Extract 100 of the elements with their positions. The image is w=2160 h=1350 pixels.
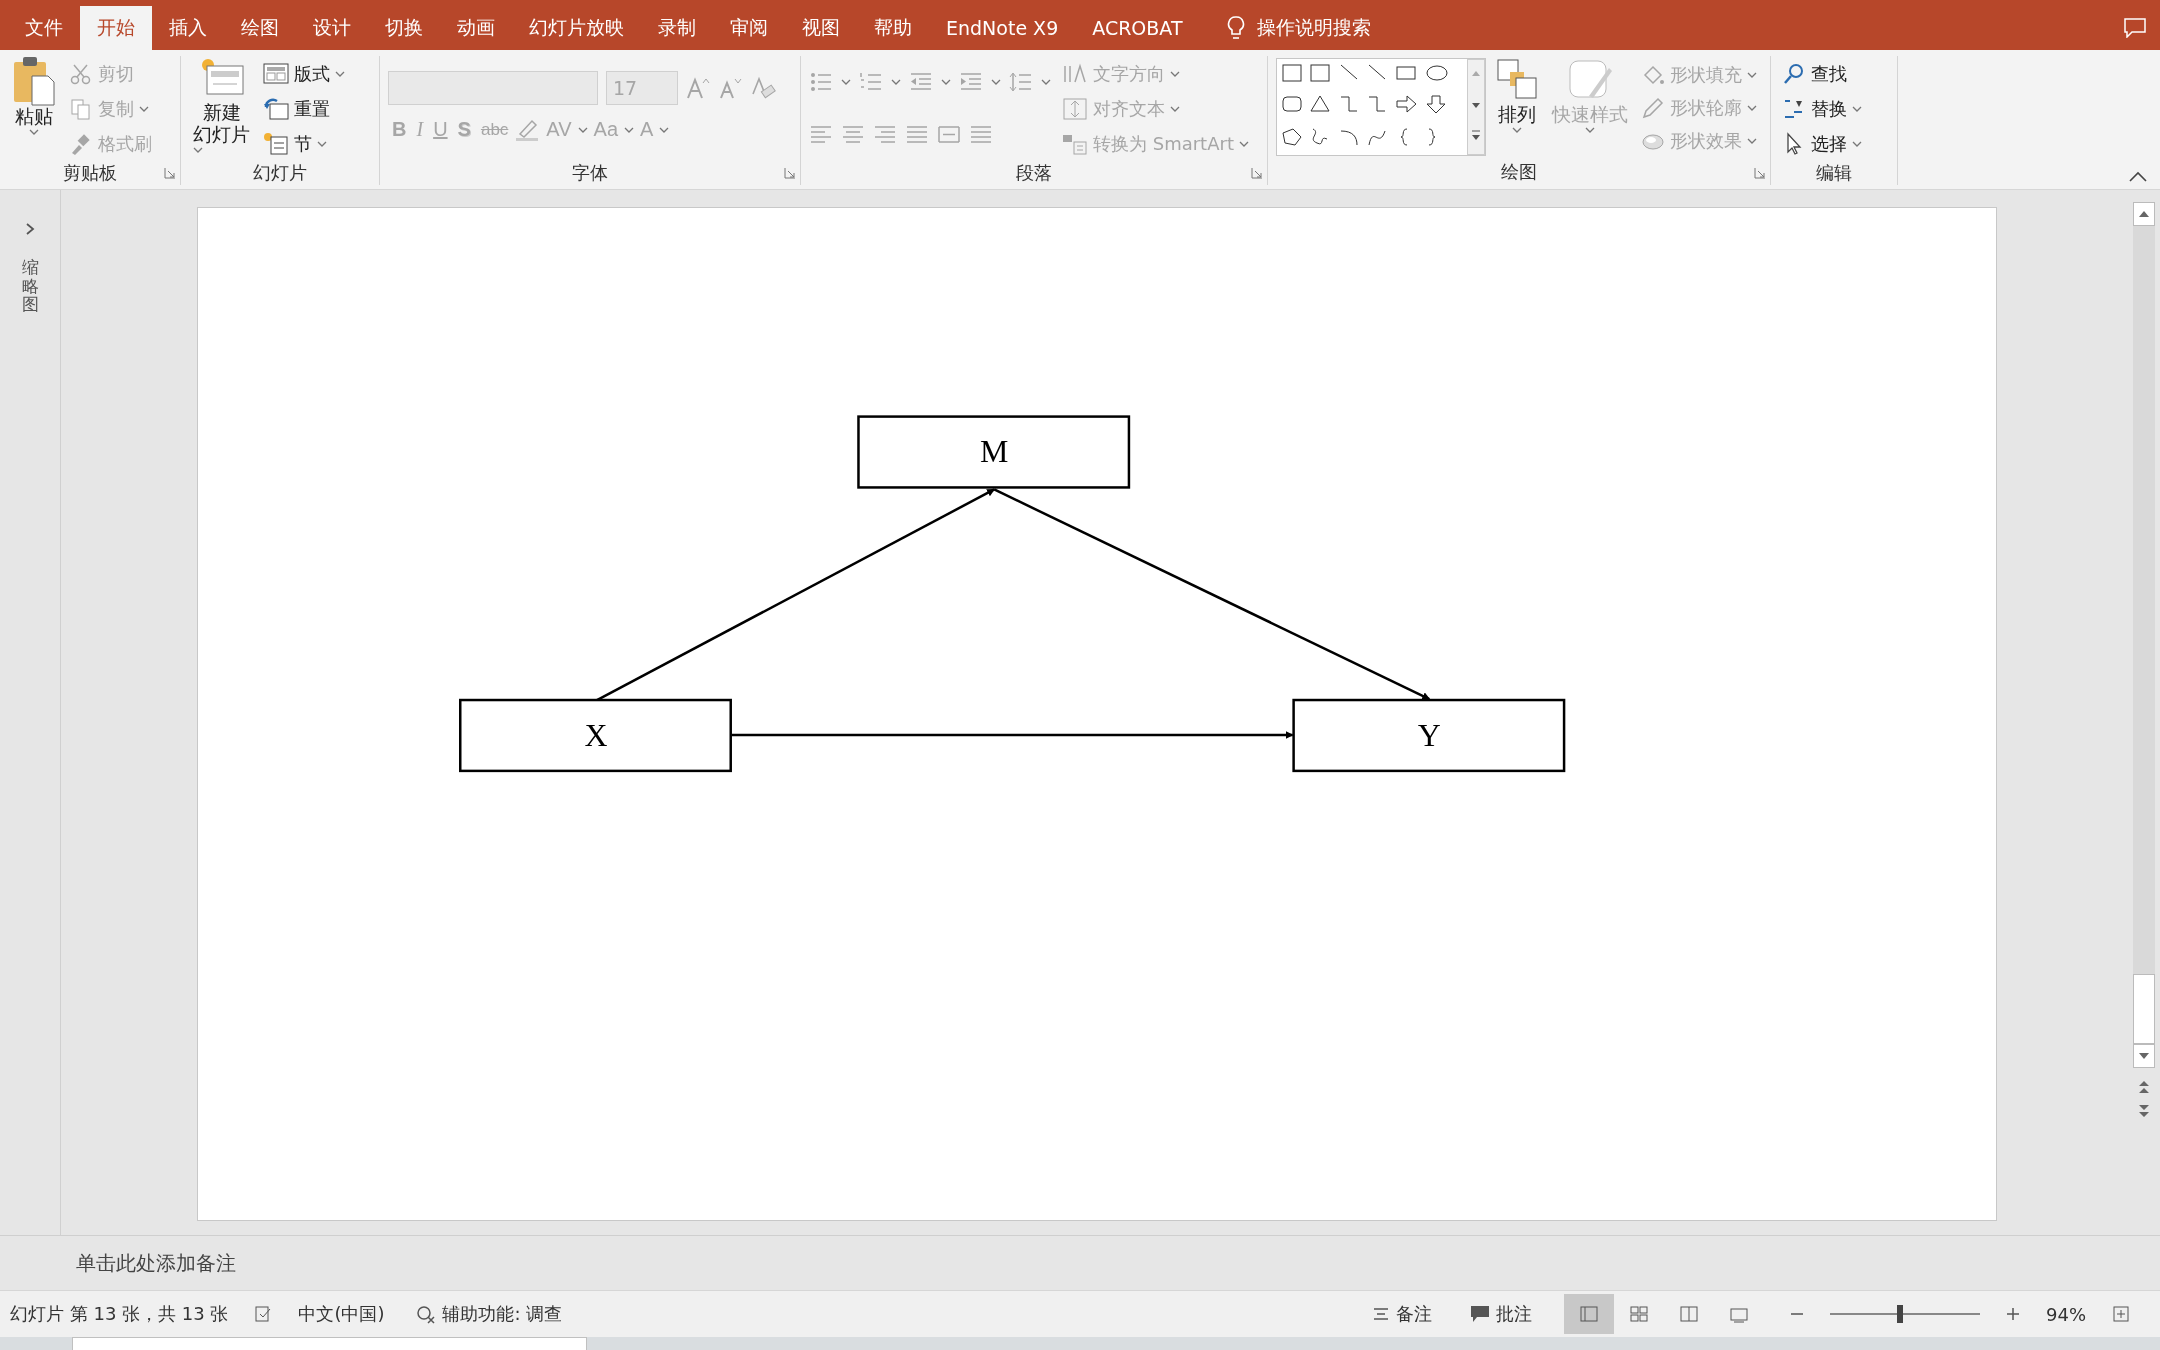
caret-icon: [335, 69, 345, 78]
accessibility-button[interactable]: 辅助功能: 调查: [410, 1301, 569, 1327]
language-indicator[interactable]: 中文(中国): [298, 1302, 385, 1326]
ribbon-tab[interactable]: 幻灯片放映: [512, 6, 641, 50]
expand-chevron-icon[interactable]: [24, 222, 36, 236]
caret-icon: [139, 104, 149, 113]
group-title: 段落: [1015, 161, 1053, 185]
caret-icon: [1852, 139, 1862, 148]
group-title: 字体: [571, 161, 609, 185]
view-button[interactable]: [1564, 1294, 1614, 1334]
spelling-icon[interactable]: [254, 1305, 273, 1323]
fit-window-icon[interactable]: [2112, 1305, 2130, 1323]
group-title: 剪贴板: [62, 161, 118, 185]
editing-item[interactable]: 选择: [1779, 126, 1865, 161]
normal-view-icon: [1578, 1304, 1600, 1324]
dialog-launcher-icon[interactable]: [164, 167, 176, 179]
dialog-launcher-icon[interactable]: [1754, 167, 1766, 179]
caret-icon: [1170, 104, 1180, 113]
taskbar-window[interactable]: [72, 1337, 587, 1350]
ribbon-tab[interactable]: 审阅: [713, 6, 785, 50]
lightbulb-icon: [1227, 15, 1246, 41]
previous-slide-icon[interactable]: [2138, 1080, 2150, 1094]
ribbon-tab[interactable]: 绘图: [224, 6, 296, 50]
scrollbar-thumb[interactable]: [2133, 974, 2155, 1044]
down-triangle-icon: [2139, 1053, 2149, 1059]
ribbon-tab[interactable]: 切换: [368, 6, 440, 50]
ribbon-tab[interactable]: 帮助: [857, 6, 929, 50]
node-label: X: [583, 717, 607, 753]
clear-format-icon[interactable]: [750, 75, 776, 100]
scroll-down-button[interactable]: [2133, 1044, 2155, 1068]
node-label: Y: [1417, 717, 1441, 753]
caret-icon: [659, 125, 670, 134]
tell-me-search[interactable]: 操作说明搜索: [1257, 15, 1372, 41]
clipboard-icon: [12, 56, 56, 106]
comment-icon: [1470, 1305, 1490, 1323]
copy-icon: [69, 96, 93, 121]
next-slide-icon[interactable]: [2138, 1104, 2150, 1118]
layout-icon: [263, 61, 289, 86]
arrange-button[interactable]: 排列: [1492, 58, 1542, 134]
caret-icon: [991, 78, 1001, 87]
section-icon: [263, 131, 289, 156]
new-slide-button[interactable]: 新建 幻灯片: [189, 56, 254, 161]
accessibility-icon: [416, 1304, 437, 1324]
ribbon-tab[interactable]: 文件: [8, 6, 80, 50]
node-label: M: [979, 434, 1008, 470]
scroll-up-button[interactable]: [2133, 202, 2155, 226]
zoom-level[interactable]: 94%: [2046, 1303, 2086, 1325]
ribbon-tab[interactable]: EndNote X9: [929, 6, 1076, 50]
ribbon-tab[interactable]: 设计: [296, 6, 368, 50]
align-text-icon: [1062, 96, 1088, 121]
paste-button[interactable]: 粘贴: [8, 56, 60, 161]
gallery-scroll-icon[interactable]: [1467, 59, 1485, 155]
caret-icon: [577, 125, 588, 134]
slides-item[interactable]: 重置: [260, 91, 348, 126]
notes-placeholder[interactable]: 单击此处添加备注: [76, 1249, 236, 1277]
caret-icon: [317, 139, 327, 148]
zoom-in-icon[interactable]: [2006, 1307, 2020, 1321]
caret-icon: [1747, 104, 1757, 112]
caret-icon: [941, 78, 951, 87]
group-title: 绘图: [1500, 160, 1538, 184]
caret-icon: [1747, 137, 1757, 146]
caret-icon: [1512, 125, 1522, 134]
search-icon: [1782, 61, 1806, 86]
highlighter-icon: [514, 117, 541, 142]
notes-icon: [1372, 1306, 1390, 1322]
slide-counter: 幻灯片 第 13 张，共 13 张: [10, 1302, 229, 1326]
caret-icon: [193, 145, 203, 154]
dialog-launcher-icon[interactable]: [784, 167, 796, 179]
slides-item[interactable]: 节: [260, 126, 348, 161]
comment-icon[interactable]: [2124, 18, 2146, 38]
collapse-ribbon-icon[interactable]: [2128, 171, 2148, 183]
grid-view-icon: [1628, 1304, 1650, 1324]
ribbon-tab[interactable]: 动画: [440, 6, 512, 50]
ribbon-tab[interactable]: 开始: [80, 6, 152, 50]
book-view-icon: [1678, 1304, 1700, 1324]
caret-icon: [841, 78, 851, 87]
thumbnails-label[interactable]: 缩略图: [21, 258, 39, 315]
dialog-launcher-icon[interactable]: [1251, 167, 1263, 179]
ribbon-tab[interactable]: 视图: [785, 6, 857, 50]
caret-icon: [1041, 78, 1051, 87]
editing-item[interactable]: 查找: [1779, 56, 1865, 91]
slides-item[interactable]: 版式: [260, 56, 348, 91]
caret-icon: [891, 78, 901, 87]
ribbon-tab[interactable]: 插入: [152, 6, 224, 50]
caret-icon: [1852, 104, 1862, 113]
caret-icon: [1585, 125, 1595, 134]
group-title: 编辑: [1815, 161, 1853, 185]
notes-button[interactable]: 备注: [1366, 1301, 1438, 1327]
group-title: 幻灯片: [252, 161, 308, 185]
up-triangle-icon: [2139, 211, 2149, 217]
ribbon-tab[interactable]: 录制: [641, 6, 713, 50]
pencil-icon: [1641, 96, 1665, 120]
comments-button[interactable]: 批注: [1464, 1301, 1538, 1327]
caret-icon: [29, 127, 39, 136]
zoom-slider-thumb[interactable]: [1897, 1305, 1904, 1323]
caret-icon: [624, 125, 634, 134]
caret-icon: [1747, 70, 1757, 79]
reset-icon: [263, 96, 289, 121]
ribbon-tab[interactable]: ACROBAT: [1075, 6, 1200, 50]
editing-item[interactable]: 替换: [1779, 91, 1865, 126]
